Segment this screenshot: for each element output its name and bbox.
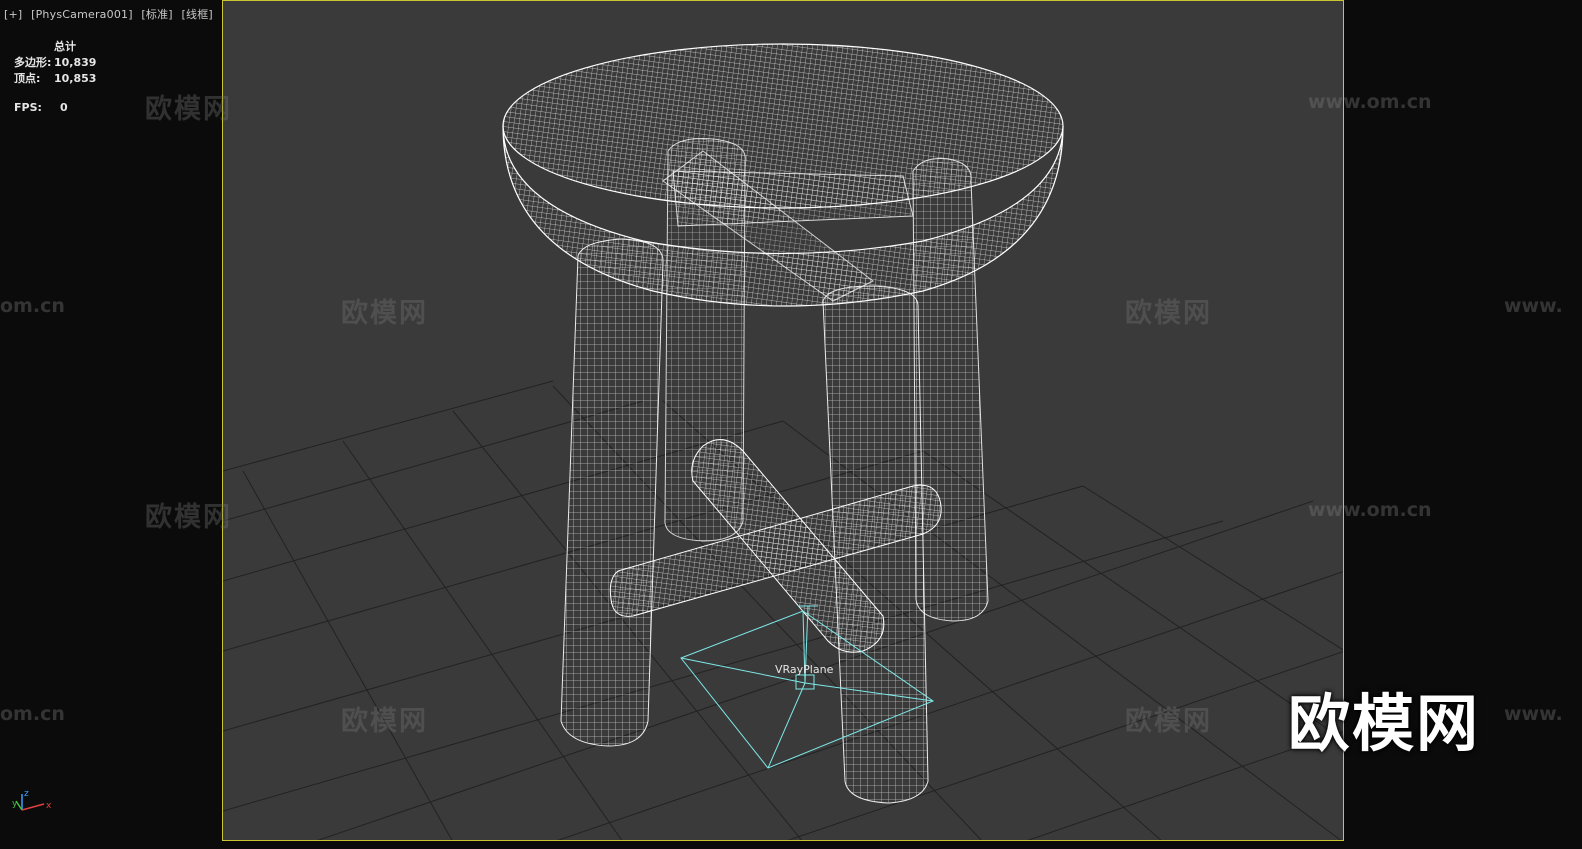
stool-leg-front-left [560,238,664,747]
watermark-url: om.cn [0,703,65,725]
watermark-cn: 欧模网 [1125,298,1212,329]
watermark-url: www. [1504,703,1563,725]
floor-grid [223,380,1343,840]
stats-vertices-label: 顶点: [14,72,41,85]
stool-wireframe[interactable] [502,43,1064,804]
stats-fps-label: FPS: [14,101,42,114]
axis-gizmo-icon: z x y [12,789,52,811]
stats-polygons-label: 多边形: [14,56,52,69]
watermark-cn: 欧模网 [1125,706,1212,737]
axis-z-label: z [24,789,29,799]
watermark-cn: 欧模网 [145,502,232,533]
stats-fps: FPS: 0 [14,101,68,114]
stats-fps-value: 0 [60,101,68,114]
watermark-cn: 欧模网 [341,298,428,329]
stats-vertices-value: 10,853 [54,72,97,85]
axis-y-label: y [12,799,18,809]
stats-vertices: 顶点: 10,853 [14,70,96,86]
stats-polygons-value: 10,839 [54,56,97,69]
site-logo-watermark: 欧模网 [1288,687,1481,760]
watermark-url: om.cn [0,295,65,317]
viewport-camera-menu[interactable]: [PhysCamera001] [31,8,133,21]
watermark-url: www.om.cn [1308,91,1432,113]
watermark-cn: 欧模网 [145,94,232,125]
viewport-shading-wireframe-menu[interactable]: [线框] [182,8,213,21]
stats-polygons: 多边形: 10,839 [14,54,96,70]
viewport-menu-plus[interactable]: [+] [4,8,22,21]
app-window: [+] [PhysCamera001] [标准] [线框] 总计 多边形: 10,… [0,0,1582,849]
watermark-url: www. [1504,295,1563,317]
axis-x-label: x [46,801,52,811]
vray-plane-label: VRayPlane [775,663,834,676]
stats-header: 总计 [54,40,76,53]
viewport-shading-standard-menu[interactable]: [标准] [141,8,172,21]
viewport-label[interactable]: [+] [PhysCamera001] [标准] [线框] [4,6,218,22]
watermark-url: www.om.cn [1308,499,1432,521]
watermark-cn: 欧模网 [341,706,428,737]
